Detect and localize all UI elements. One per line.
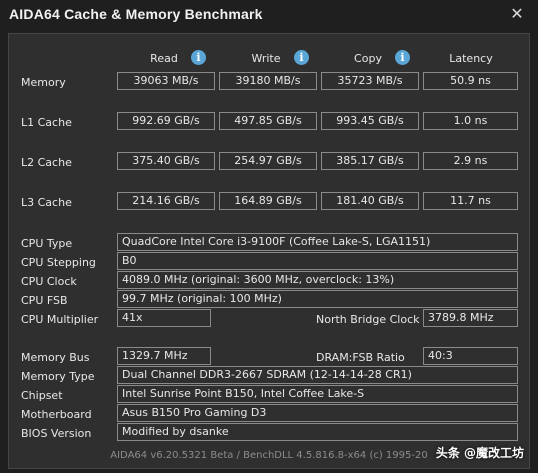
l1-latency-value: 1.0 ns <box>423 112 518 130</box>
cpu-stepping-label: CPU Stepping <box>21 256 96 269</box>
motherboard-value: Asus B150 Pro Gaming D3 <box>117 404 518 422</box>
close-button[interactable]: ✕ <box>504 3 530 25</box>
memory-write-value: 39180 MB/s <box>219 72 317 90</box>
l2-write-value: 254.97 GB/s <box>219 152 317 170</box>
north-bridge-clock-value: 3789.8 MHz <box>423 309 518 327</box>
motherboard-label: Motherboard <box>21 408 92 421</box>
write-info-icon[interactable]: i <box>294 50 309 65</box>
l1-read-value: 992.69 GB/s <box>117 112 215 130</box>
l2-latency-value: 2.9 ns <box>423 152 518 170</box>
l3-copy-value: 181.40 GB/s <box>321 192 419 210</box>
dram-fsb-ratio-value: 40:3 <box>423 347 518 365</box>
cpu-multiplier-label: CPU Multiplier <box>21 313 99 326</box>
l2-copy-value: 385.17 GB/s <box>321 152 419 170</box>
memory-latency-value: 50.9 ns <box>423 72 518 90</box>
cpu-fsb-value: 99.7 MHz (original: 100 MHz) <box>117 290 518 308</box>
memory-copy-value: 35723 MB/s <box>321 72 419 90</box>
cpu-fsb-label: CPU FSB <box>21 294 68 307</box>
header-latency: Latency <box>449 52 493 65</box>
cpu-stepping-value: B0 <box>117 252 518 270</box>
row-label-l1: L1 Cache <box>21 116 72 129</box>
l1-write-value: 497.85 GB/s <box>219 112 317 130</box>
dram-fsb-ratio-label: DRAM:FSB Ratio <box>316 351 405 364</box>
watermark: 头条 @魔改工坊 <box>435 446 524 460</box>
row-label-l2: L2 Cache <box>21 156 72 169</box>
l3-read-value: 214.16 GB/s <box>117 192 215 210</box>
cpu-clock-value: 4089.0 MHz (original: 3600 MHz, overcloc… <box>117 271 518 289</box>
chipset-label: Chipset <box>21 389 63 402</box>
row-label-l3: L3 Cache <box>21 196 72 209</box>
l1-copy-value: 993.45 GB/s <box>321 112 419 130</box>
copy-info-icon[interactable]: i <box>395 50 410 65</box>
cpu-type-value: QuadCore Intel Core i3-9100F (Coffee Lak… <box>117 233 518 251</box>
l3-write-value: 164.89 GB/s <box>219 192 317 210</box>
l3-latency-value: 11.7 ns <box>423 192 518 210</box>
title-bar: AIDA64 Cache & Memory Benchmark ✕ <box>0 0 538 30</box>
benchmark-panel: Read i Write i Copy i Latency Memory 390… <box>8 33 530 469</box>
memory-bus-label: Memory Bus <box>21 351 90 364</box>
memory-read-value: 39063 MB/s <box>117 72 215 90</box>
memory-type-label: Memory Type <box>21 370 95 383</box>
memory-type-value: Dual Channel DDR3-2667 SDRAM (12-14-14-2… <box>117 366 518 384</box>
memory-bus-value: 1329.7 MHz <box>117 347 211 365</box>
cpu-multiplier-value: 41x <box>117 309 211 327</box>
row-label-memory: Memory <box>21 76 66 89</box>
l2-read-value: 375.40 GB/s <box>117 152 215 170</box>
north-bridge-clock-label: North Bridge Clock <box>316 313 420 326</box>
cpu-clock-label: CPU Clock <box>21 275 77 288</box>
bios-version-value: Modified by dsanke <box>117 423 518 441</box>
read-info-icon[interactable]: i <box>191 50 206 65</box>
chipset-value: Intel Sunrise Point B150, Intel Coffee L… <box>117 385 518 403</box>
window-title: AIDA64 Cache & Memory Benchmark <box>9 6 263 22</box>
bios-version-label: BIOS Version <box>21 427 92 440</box>
cpu-type-label: CPU Type <box>21 237 73 250</box>
